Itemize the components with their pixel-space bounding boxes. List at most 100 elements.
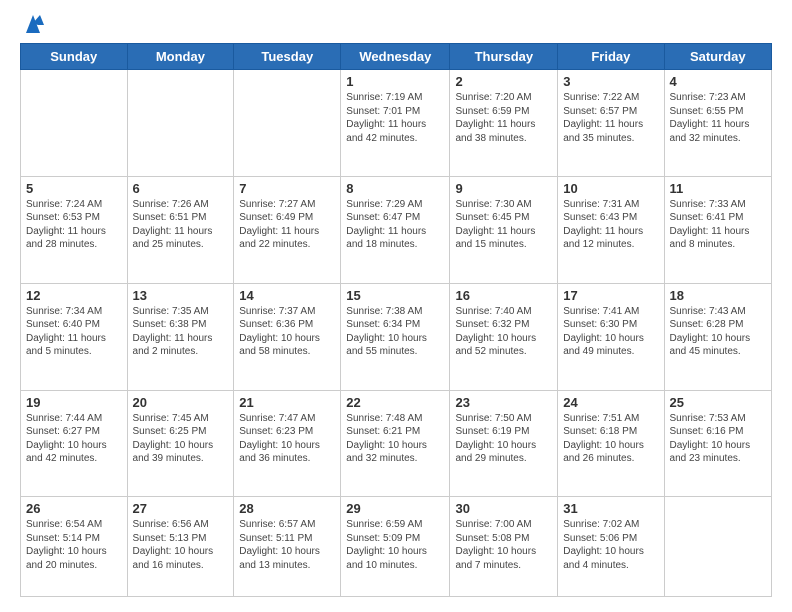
day-cell-31: 31 Sunrise: 7:02 AM Sunset: 5:06 PM Dayli… <box>558 497 664 597</box>
day-number: 31 <box>563 501 658 516</box>
day-number: 1 <box>346 74 444 89</box>
day-info: Sunrise: 7:22 AM Sunset: 6:57 PM Dayligh… <box>563 91 658 145</box>
day-info: Sunrise: 7:53 AM Sunset: 6:16 PM Dayligh… <box>670 412 766 466</box>
day-info: Sunrise: 7:00 AM Sunset: 5:08 PM Dayligh… <box>455 518 552 572</box>
day-cell-13: 13Sunrise: 7:35 AM Sunset: 6:38 PM Dayli… <box>127 283 234 390</box>
day-cell-6: 6 Sunrise: 7:26 AM Sunset: 6:51 PM Daylig… <box>127 176 234 283</box>
day-info: Sunrise: 7:45 AM Sunset: 6:25 PM Dayligh… <box>133 412 229 466</box>
day-number: 28 <box>239 501 335 516</box>
day-cell-22: 22 Sunrise: 7:48 AM Sunset: 6:21 PM Dayli… <box>341 390 450 497</box>
day-cell-2: 2 Sunrise: 7:20 AM Sunset: 6:59 PM Daylig… <box>450 70 558 177</box>
day-cell-16: 16 Sunrise: 7:40 AM Sunset: 6:32 PM Dayli… <box>450 283 558 390</box>
day-info: Sunrise: 7:41 AM Sunset: 6:30 PM Dayligh… <box>563 305 658 359</box>
day-number: 29 <box>346 501 444 516</box>
day-header-tuesday: Tuesday <box>234 44 341 70</box>
day-cell-25: 25 Sunrise: 7:53 AM Sunset: 6:16 PM Dayli… <box>664 390 771 497</box>
day-info: Sunrise: 7:30 AM Sunset: 6:45 PM Dayligh… <box>455 198 552 252</box>
week-row-2: 5 Sunrise: 7:24 AM Sunset: 6:53 PM Daylig… <box>21 176 772 283</box>
day-info: Sunrise: 7:20 AM Sunset: 6:59 PM Dayligh… <box>455 91 552 145</box>
day-cell-7: 7 Sunrise: 7:27 AM Sunset: 6:49 PM Daylig… <box>234 176 341 283</box>
day-info: Sunrise: 7:02 AM Sunset: 5:06 PM Dayligh… <box>563 518 658 572</box>
day-number: 26 <box>26 501 122 516</box>
day-number: 22 <box>346 395 444 410</box>
day-info: Sunrise: 7:48 AM Sunset: 6:21 PM Dayligh… <box>346 412 444 466</box>
day-cell-24: 24 Sunrise: 7:51 AM Sunset: 6:18 PM Dayli… <box>558 390 664 497</box>
day-number: 25 <box>670 395 766 410</box>
day-cell-18: 18 Sunrise: 7:43 AM Sunset: 6:28 PM Dayli… <box>664 283 771 390</box>
day-number: 13 <box>133 288 229 303</box>
empty-cell <box>234 70 341 177</box>
day-number: 30 <box>455 501 552 516</box>
day-info: Sunrise: 7:47 AM Sunset: 6:23 PM Dayligh… <box>239 412 335 466</box>
logo-icon <box>22 15 44 33</box>
day-number: 2 <box>455 74 552 89</box>
day-header-sunday: Sunday <box>21 44 128 70</box>
day-info: Sunrise: 7:34 AM Sunset: 6:40 PM Dayligh… <box>26 305 122 359</box>
day-cell-19: 19 Sunrise: 7:44 AM Sunset: 6:27 PM Dayli… <box>21 390 128 497</box>
day-number: 8 <box>346 181 444 196</box>
day-info: Sunrise: 7:19 AM Sunset: 7:01 PM Dayligh… <box>346 91 444 145</box>
day-cell-26: 26 Sunrise: 6:54 AM Sunset: 5:14 PM Dayli… <box>21 497 128 597</box>
day-cell-29: 29Sunrise: 6:59 AM Sunset: 5:09 PM Dayli… <box>341 497 450 597</box>
day-info: Sunrise: 7:51 AM Sunset: 6:18 PM Dayligh… <box>563 412 658 466</box>
day-info: Sunrise: 6:54 AM Sunset: 5:14 PM Dayligh… <box>26 518 122 572</box>
day-info: Sunrise: 7:24 AM Sunset: 6:53 PM Dayligh… <box>26 198 122 252</box>
day-number: 14 <box>239 288 335 303</box>
day-number: 12 <box>26 288 122 303</box>
day-number: 17 <box>563 288 658 303</box>
day-number: 19 <box>26 395 122 410</box>
day-info: Sunrise: 7:50 AM Sunset: 6:19 PM Dayligh… <box>455 412 552 466</box>
day-info: Sunrise: 7:40 AM Sunset: 6:32 PM Dayligh… <box>455 305 552 359</box>
day-info: Sunrise: 7:31 AM Sunset: 6:43 PM Dayligh… <box>563 198 658 252</box>
day-cell-1: 1 Sunrise: 7:19 AM Sunset: 7:01 PM Daylig… <box>341 70 450 177</box>
day-cell-10: 10 Sunrise: 7:31 AM Sunset: 6:43 PM Dayli… <box>558 176 664 283</box>
week-row-1: 1 Sunrise: 7:19 AM Sunset: 7:01 PM Daylig… <box>21 70 772 177</box>
day-cell-14: 14 Sunrise: 7:37 AM Sunset: 6:36 PM Dayli… <box>234 283 341 390</box>
day-number: 10 <box>563 181 658 196</box>
page: SundayMondayTuesdayWednesdayThursdayFrid… <box>0 0 792 612</box>
day-info: Sunrise: 7:27 AM Sunset: 6:49 PM Dayligh… <box>239 198 335 252</box>
week-row-5: 26 Sunrise: 6:54 AM Sunset: 5:14 PM Dayli… <box>21 497 772 597</box>
day-info: Sunrise: 7:29 AM Sunset: 6:47 PM Dayligh… <box>346 198 444 252</box>
week-row-3: 12 Sunrise: 7:34 AM Sunset: 6:40 PM Dayli… <box>21 283 772 390</box>
day-cell-11: 11 Sunrise: 7:33 AM Sunset: 6:41 PM Dayli… <box>664 176 771 283</box>
day-number: 27 <box>133 501 229 516</box>
day-number: 15 <box>346 288 444 303</box>
calendar-table: SundayMondayTuesdayWednesdayThursdayFrid… <box>20 43 772 597</box>
day-number: 16 <box>455 288 552 303</box>
day-number: 24 <box>563 395 658 410</box>
empty-cell <box>21 70 128 177</box>
empty-cell <box>127 70 234 177</box>
day-info: Sunrise: 7:26 AM Sunset: 6:51 PM Dayligh… <box>133 198 229 252</box>
day-number: 11 <box>670 181 766 196</box>
day-number: 18 <box>670 288 766 303</box>
day-cell-21: 21 Sunrise: 7:47 AM Sunset: 6:23 PM Dayli… <box>234 390 341 497</box>
day-info: Sunrise: 7:43 AM Sunset: 6:28 PM Dayligh… <box>670 305 766 359</box>
day-header-saturday: Saturday <box>664 44 771 70</box>
day-info: Sunrise: 7:37 AM Sunset: 6:36 PM Dayligh… <box>239 305 335 359</box>
day-number: 5 <box>26 181 122 196</box>
day-cell-20: 20Sunrise: 7:45 AM Sunset: 6:25 PM Dayli… <box>127 390 234 497</box>
day-number: 6 <box>133 181 229 196</box>
day-header-wednesday: Wednesday <box>341 44 450 70</box>
day-cell-30: 30 Sunrise: 7:00 AM Sunset: 5:08 PM Dayli… <box>450 497 558 597</box>
empty-cell <box>664 497 771 597</box>
day-number: 7 <box>239 181 335 196</box>
day-cell-15: 15Sunrise: 7:38 AM Sunset: 6:34 PM Dayli… <box>341 283 450 390</box>
day-cell-3: 3 Sunrise: 7:22 AM Sunset: 6:57 PM Daylig… <box>558 70 664 177</box>
day-cell-12: 12 Sunrise: 7:34 AM Sunset: 6:40 PM Dayli… <box>21 283 128 390</box>
day-cell-28: 28Sunrise: 6:57 AM Sunset: 5:11 PM Dayli… <box>234 497 341 597</box>
day-info: Sunrise: 7:33 AM Sunset: 6:41 PM Dayligh… <box>670 198 766 252</box>
day-header-monday: Monday <box>127 44 234 70</box>
day-header-thursday: Thursday <box>450 44 558 70</box>
day-cell-23: 23 Sunrise: 7:50 AM Sunset: 6:19 PM Dayli… <box>450 390 558 497</box>
day-cell-8: 8 Sunrise: 7:29 AM Sunset: 6:47 PM Daylig… <box>341 176 450 283</box>
day-number: 21 <box>239 395 335 410</box>
day-cell-5: 5 Sunrise: 7:24 AM Sunset: 6:53 PM Daylig… <box>21 176 128 283</box>
day-cell-17: 17 Sunrise: 7:41 AM Sunset: 6:30 PM Dayli… <box>558 283 664 390</box>
day-number: 3 <box>563 74 658 89</box>
logo <box>20 15 44 33</box>
day-header-friday: Friday <box>558 44 664 70</box>
day-number: 23 <box>455 395 552 410</box>
day-info: Sunrise: 7:44 AM Sunset: 6:27 PM Dayligh… <box>26 412 122 466</box>
